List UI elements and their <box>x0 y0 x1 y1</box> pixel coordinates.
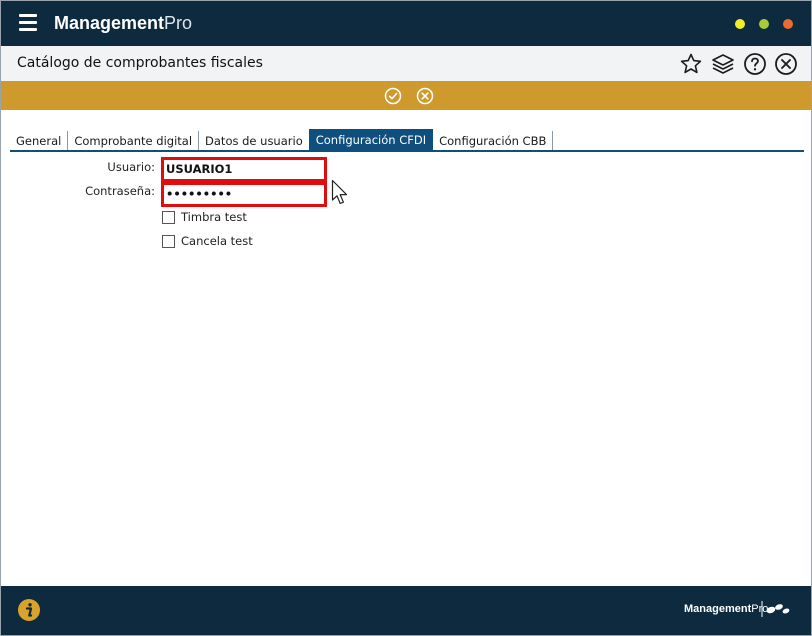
close-circle-icon[interactable] <box>774 52 798 76</box>
tab-underline <box>10 150 804 152</box>
cancela-test-checkbox[interactable] <box>162 234 175 248</box>
footer-logo-text: ManagementPro <box>684 602 768 616</box>
password-input[interactable]: ••••••••• <box>161 182 327 207</box>
tab-general[interactable]: General <box>10 131 69 151</box>
minimize-button[interactable] <box>735 19 745 29</box>
cancela-test-checkbox-row[interactable]: Cancela test <box>162 233 253 249</box>
app-title: ManagementPro <box>54 11 192 35</box>
close-window-button[interactable] <box>783 19 793 29</box>
check-circle-icon[interactable] <box>384 87 402 105</box>
action-bar <box>1 81 811 110</box>
password-label: Contraseña: <box>85 184 155 198</box>
page-header: Catálogo de comprobantes fiscales <box>1 46 811 82</box>
timbra-test-label: Timbra test <box>181 210 247 224</box>
info-icon[interactable] <box>17 598 41 622</box>
maximize-button[interactable] <box>759 19 769 29</box>
timbra-test-checkbox-row[interactable]: Timbra test <box>162 209 247 225</box>
tab-configuracion-cbb[interactable]: Configuración CBB <box>433 131 554 151</box>
app-window: ManagementPro Catálogo de comprobantes f… <box>0 0 812 636</box>
page-title: Catálogo de comprobantes fiscales <box>17 55 263 71</box>
hamburger-icon[interactable] <box>19 14 37 32</box>
footer-logo-bold: Management <box>684 603 752 615</box>
tab-datos-de-usuario[interactable]: Datos de usuario <box>199 131 309 151</box>
cancela-test-label: Cancela test <box>181 234 253 248</box>
usuario-input[interactable]: USUARIO1 <box>161 157 327 182</box>
tab-bar: General Comprobante digital Datos de usu… <box>10 129 554 151</box>
star-icon[interactable] <box>679 52 703 76</box>
layers-icon[interactable] <box>711 52 735 76</box>
help-icon[interactable] <box>743 52 767 76</box>
cancel-circle-icon[interactable] <box>416 87 434 105</box>
timbra-test-checkbox[interactable] <box>162 210 175 224</box>
tab-comprobante-digital[interactable]: Comprobante digital <box>68 131 200 151</box>
app-title-bold: Management <box>54 13 165 33</box>
brand-mark-icon <box>761 601 790 617</box>
tab-configuracion-cfdi[interactable]: Configuración CFDI <box>308 129 434 151</box>
app-title-light: Pro <box>164 13 193 33</box>
mouse-pointer-icon <box>331 179 348 205</box>
title-bar: ManagementPro <box>1 1 811 46</box>
usuario-label: Usuario: <box>107 160 155 174</box>
footer-bar: ManagementPro <box>1 586 811 635</box>
